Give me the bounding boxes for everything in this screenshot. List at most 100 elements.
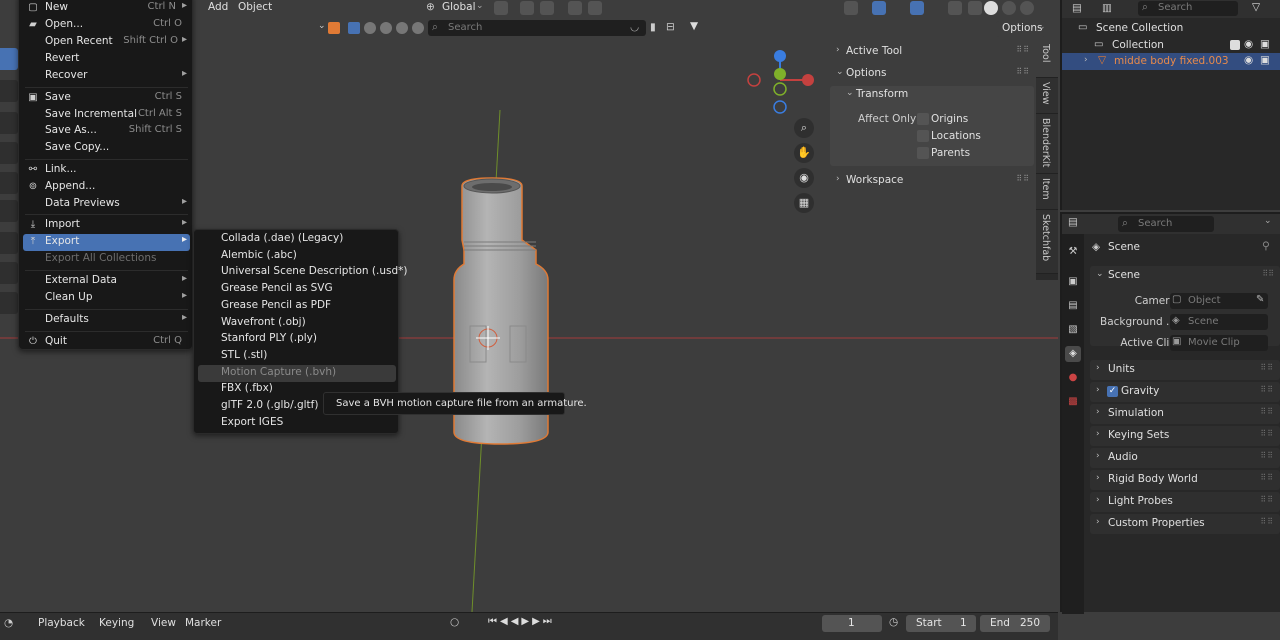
start-frame-field[interactable]: Start 1 bbox=[906, 615, 976, 632]
perspective-grid-icon[interactable]: ▦ bbox=[794, 193, 814, 213]
xray-icon[interactable] bbox=[948, 1, 962, 15]
camera-render-icon[interactable]: ▣ bbox=[1260, 38, 1270, 50]
panel-active-tool[interactable]: › Active Tool ⠿⠿ bbox=[828, 42, 1036, 62]
clock-icon[interactable]: ◷ bbox=[889, 616, 898, 628]
collection-filter-icon[interactable]: ⊟ bbox=[666, 21, 675, 33]
export-motion-capture-bvh[interactable]: Motion Capture (.bvh) bbox=[198, 365, 396, 382]
snap-target-icon[interactable] bbox=[540, 1, 554, 15]
pin-icon[interactable]: ⚲ bbox=[1262, 240, 1270, 252]
panel-scene-header[interactable]: ⌄ Scene ⠿⠿ bbox=[1090, 266, 1280, 286]
panel-simulation[interactable]: › Simulation ⠿⠿ bbox=[1090, 404, 1280, 424]
scene-tab-icon[interactable]: ◈ bbox=[1065, 346, 1081, 362]
overlay-toggle-icon[interactable] bbox=[910, 1, 924, 15]
menu-item-quit[interactable]: ⏻ Quit Ctrl Q bbox=[23, 334, 190, 351]
tab-view[interactable]: View bbox=[1036, 78, 1058, 114]
world-tab-icon[interactable]: ● bbox=[1065, 370, 1081, 386]
menu-item-defaults[interactable]: Defaults ▸ bbox=[23, 312, 190, 329]
outliner-object-row[interactable]: › ▽ midde body fixed.003 ◉ ▣ bbox=[1062, 53, 1280, 70]
editor-type-icon[interactable]: ▤ bbox=[1068, 216, 1078, 228]
origins-checkbox[interactable] bbox=[917, 113, 929, 125]
eye-icon[interactable]: ◉ bbox=[1244, 54, 1253, 66]
keying-menu[interactable]: Keying bbox=[99, 617, 134, 629]
dropdown-icon[interactable]: ◡ bbox=[630, 21, 639, 33]
active-clip-field[interactable]: Movie Clip bbox=[1170, 335, 1268, 351]
view-layer-tab-icon[interactable]: ▧ bbox=[1065, 322, 1081, 338]
menu-item-append[interactable]: ⊚ Append... bbox=[23, 179, 190, 196]
export-stanford-ply[interactable]: Stanford PLY (.ply) bbox=[198, 331, 396, 348]
menu-item-revert[interactable]: Revert bbox=[23, 51, 190, 68]
tab-tool[interactable]: Tool bbox=[1036, 40, 1058, 78]
viewport-search-input[interactable]: ⌕ Search bbox=[428, 20, 646, 36]
output-tab-icon[interactable]: ▤ bbox=[1065, 298, 1081, 314]
menu-item-save[interactable]: ▣ Save Ctrl S bbox=[23, 90, 190, 107]
camera-render-icon[interactable]: ▣ bbox=[1260, 54, 1270, 66]
panel-units[interactable]: › Units ⠿⠿ bbox=[1090, 360, 1280, 380]
menu-item-save-copy[interactable]: Save Copy... bbox=[23, 140, 190, 157]
visibility-icon[interactable] bbox=[844, 1, 858, 15]
locations-checkbox[interactable] bbox=[917, 130, 929, 142]
object-type-icon[interactable] bbox=[328, 22, 340, 34]
parents-checkbox[interactable] bbox=[917, 147, 929, 159]
tool-measure[interactable] bbox=[0, 262, 18, 284]
export-stl[interactable]: STL (.stl) bbox=[198, 348, 396, 365]
marker-menu[interactable]: Marker bbox=[185, 617, 221, 629]
proportional-edit-icon[interactable] bbox=[568, 1, 582, 15]
menu-item-export-all-collections[interactable]: Export All Collections bbox=[23, 251, 190, 268]
light-filter-icon[interactable] bbox=[364, 22, 376, 34]
menu-item-save-as[interactable]: Save As... Shift Ctrl S bbox=[23, 123, 190, 140]
drag-handle-icon[interactable]: ⠿⠿ bbox=[1262, 269, 1274, 278]
pan-hand-icon[interactable]: ✋ bbox=[794, 143, 814, 163]
export-iges[interactable]: Export IGES bbox=[198, 415, 396, 432]
outliner-scene-collection[interactable]: ▭ Scene Collection bbox=[1062, 20, 1280, 37]
material-shading-icon[interactable] bbox=[1002, 1, 1016, 15]
camera-filter-icon[interactable] bbox=[380, 22, 392, 34]
background-field[interactable]: Scene bbox=[1170, 314, 1268, 330]
tool-annotate[interactable] bbox=[0, 232, 18, 254]
view-filter-icon[interactable]: ▥ bbox=[1102, 2, 1112, 14]
current-frame-field[interactable]: 1 bbox=[822, 615, 882, 632]
filter-funnel-icon[interactable]: ▼ bbox=[690, 20, 698, 32]
menu-item-save-incremental[interactable]: Save Incremental Ctrl Alt S bbox=[23, 107, 190, 124]
tool-scale[interactable] bbox=[0, 172, 18, 194]
end-frame-field[interactable]: End 250 bbox=[980, 615, 1050, 632]
export-wavefront-obj[interactable]: Wavefront (.obj) bbox=[198, 315, 396, 332]
properties-search-input[interactable]: ⌕ Search bbox=[1118, 216, 1214, 232]
menu-item-clean-up[interactable]: Clean Up ▸ bbox=[23, 290, 190, 307]
display-mode-icon[interactable]: ▤ bbox=[1072, 2, 1082, 14]
panel-audio[interactable]: › Audio ⠿⠿ bbox=[1090, 448, 1280, 468]
menu-item-link[interactable]: ⚯ Link... bbox=[23, 162, 190, 179]
tool-rotate[interactable] bbox=[0, 142, 18, 164]
orientation-dropdown[interactable]: Global bbox=[442, 1, 476, 13]
gizmo-toggle-icon[interactable] bbox=[872, 1, 886, 15]
camera-view-icon[interactable]: ◉ bbox=[794, 168, 814, 188]
tool-transform[interactable] bbox=[0, 200, 18, 222]
export-alembic[interactable]: Alembic (.abc) bbox=[198, 248, 396, 265]
menu-item-import[interactable]: ⤓ Import ▸ bbox=[23, 217, 190, 234]
panel-light-probes[interactable]: › Light Probes ⠿⠿ bbox=[1090, 492, 1280, 512]
menu-item-external-data[interactable]: External Data ▸ bbox=[23, 273, 190, 290]
panel-gravity[interactable]: › ✓ Gravity ⠿⠿ bbox=[1090, 382, 1280, 402]
eye-icon[interactable]: ◉ bbox=[1244, 38, 1253, 50]
menu-item-recover[interactable]: Recover ▸ bbox=[23, 68, 190, 85]
eyedropper-icon[interactable]: ✎ bbox=[1256, 294, 1264, 305]
outliner-search-input[interactable]: ⌕ Search bbox=[1138, 1, 1238, 16]
tool-tab-icon[interactable]: ⚒ bbox=[1065, 244, 1081, 260]
export-grease-pencil-svg[interactable]: Grease Pencil as SVG bbox=[198, 281, 396, 298]
falloff-icon[interactable] bbox=[588, 1, 602, 15]
bookmark-icon[interactable]: ▮ bbox=[650, 21, 656, 33]
empty-filter-icon[interactable] bbox=[396, 22, 408, 34]
tool-select-box[interactable] bbox=[0, 48, 18, 70]
snap-icon[interactable] bbox=[520, 1, 534, 15]
other-filter-icon[interactable] bbox=[412, 22, 424, 34]
texture-tab-icon[interactable]: ▩ bbox=[1065, 394, 1081, 410]
panel-rigid-body-world[interactable]: › Rigid Body World ⠿⠿ bbox=[1090, 470, 1280, 490]
solid-shading-icon[interactable] bbox=[984, 1, 998, 15]
mesh-filter-icon[interactable] bbox=[348, 22, 360, 34]
panel-options[interactable]: ⌄ Options ⠿⠿ bbox=[828, 64, 1036, 84]
record-icon[interactable]: ○ bbox=[450, 616, 459, 628]
playback-controls[interactable]: ⏮◀◀▶▶⏭ bbox=[488, 616, 555, 627]
tool-move[interactable] bbox=[0, 112, 18, 134]
tab-sketchfab[interactable]: Sketchfab bbox=[1036, 210, 1058, 274]
navigation-gizmo[interactable] bbox=[744, 46, 820, 116]
export-grease-pencil-pdf[interactable]: Grease Pencil as PDF bbox=[198, 298, 396, 315]
